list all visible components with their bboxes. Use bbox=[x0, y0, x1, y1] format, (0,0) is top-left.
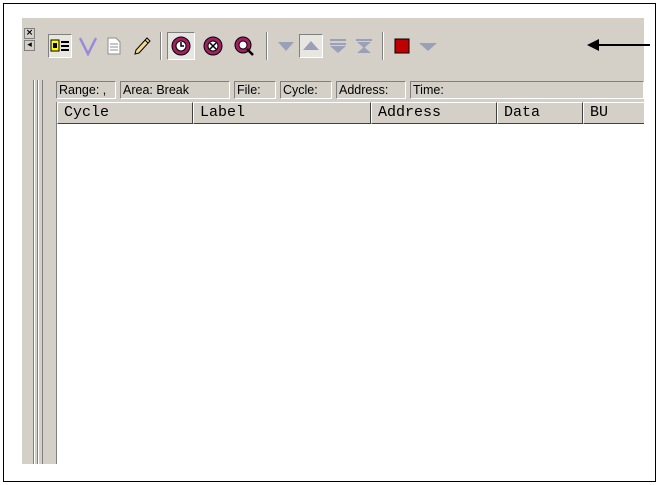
arrow-bottom-icon bbox=[356, 39, 372, 53]
trace-window: × ◂ Range: , Area: Break File: Cycle: Ad… bbox=[22, 18, 644, 464]
document-icon bbox=[107, 37, 121, 55]
toolbar-separator bbox=[160, 32, 162, 60]
window-system-strip: × ◂ bbox=[22, 18, 44, 464]
time-field: Time: bbox=[410, 81, 644, 99]
trace-list[interactable]: Cycle Label Address Data BU bbox=[56, 102, 644, 464]
trace-search-next-icon bbox=[234, 36, 254, 56]
scroll-page-down-button[interactable] bbox=[326, 34, 350, 58]
window-grip-line bbox=[38, 80, 39, 464]
collapse-icon[interactable]: ◂ bbox=[24, 40, 35, 51]
callout-line bbox=[598, 44, 650, 46]
cycle-field: Cycle: bbox=[280, 81, 332, 99]
memory-chip-button[interactable] bbox=[48, 34, 72, 58]
close-icon[interactable]: × bbox=[24, 28, 35, 39]
scroll-down-button[interactable] bbox=[274, 34, 298, 58]
trace-search-next-button[interactable] bbox=[230, 32, 258, 60]
toolbar bbox=[46, 18, 644, 70]
figure-frame: × ◂ Range: , Area: Break File: Cycle: Ad… bbox=[3, 3, 656, 482]
stop-dropdown-button[interactable] bbox=[416, 34, 440, 58]
filter-button[interactable] bbox=[76, 34, 100, 58]
stop-icon bbox=[394, 38, 410, 54]
arrow-up-icon bbox=[303, 41, 319, 50]
column-header-label[interactable]: Label bbox=[193, 102, 371, 124]
pencil-icon bbox=[134, 37, 151, 55]
pencil-button[interactable] bbox=[130, 34, 154, 58]
document-button[interactable] bbox=[102, 34, 126, 58]
column-header-bus[interactable]: BU bbox=[583, 102, 644, 124]
trace-record-button[interactable] bbox=[167, 32, 195, 60]
trace-search-button[interactable] bbox=[199, 32, 227, 60]
scroll-up-button[interactable] bbox=[299, 34, 323, 58]
trace-info-bar: Range: , Area: Break File: Cycle: Addres… bbox=[56, 79, 644, 101]
dropdown-arrow-icon bbox=[419, 43, 437, 51]
column-header-address[interactable]: Address bbox=[371, 102, 497, 124]
column-header-cycle[interactable]: Cycle bbox=[57, 102, 193, 124]
area-field: Area: Break bbox=[120, 81, 230, 99]
stop-button[interactable] bbox=[390, 34, 414, 58]
range-field: Range: , bbox=[56, 81, 116, 99]
column-header-data[interactable]: Data bbox=[497, 102, 583, 124]
window-grip-line bbox=[34, 80, 35, 464]
filter-v-icon bbox=[78, 37, 98, 56]
scroll-bottom-button[interactable] bbox=[352, 34, 376, 58]
address-field: Address: bbox=[336, 81, 406, 99]
toolbar-separator bbox=[266, 32, 268, 60]
window-grip-line bbox=[42, 80, 43, 464]
arrow-down-double-icon bbox=[330, 39, 346, 53]
trace-search-icon bbox=[203, 36, 223, 56]
callout-arrowhead bbox=[587, 39, 599, 51]
toolbar-separator bbox=[382, 32, 384, 60]
memory-chip-icon bbox=[50, 39, 69, 52]
arrow-down-icon bbox=[278, 42, 294, 51]
file-field: File: bbox=[234, 81, 276, 99]
trace-record-icon bbox=[171, 36, 191, 56]
